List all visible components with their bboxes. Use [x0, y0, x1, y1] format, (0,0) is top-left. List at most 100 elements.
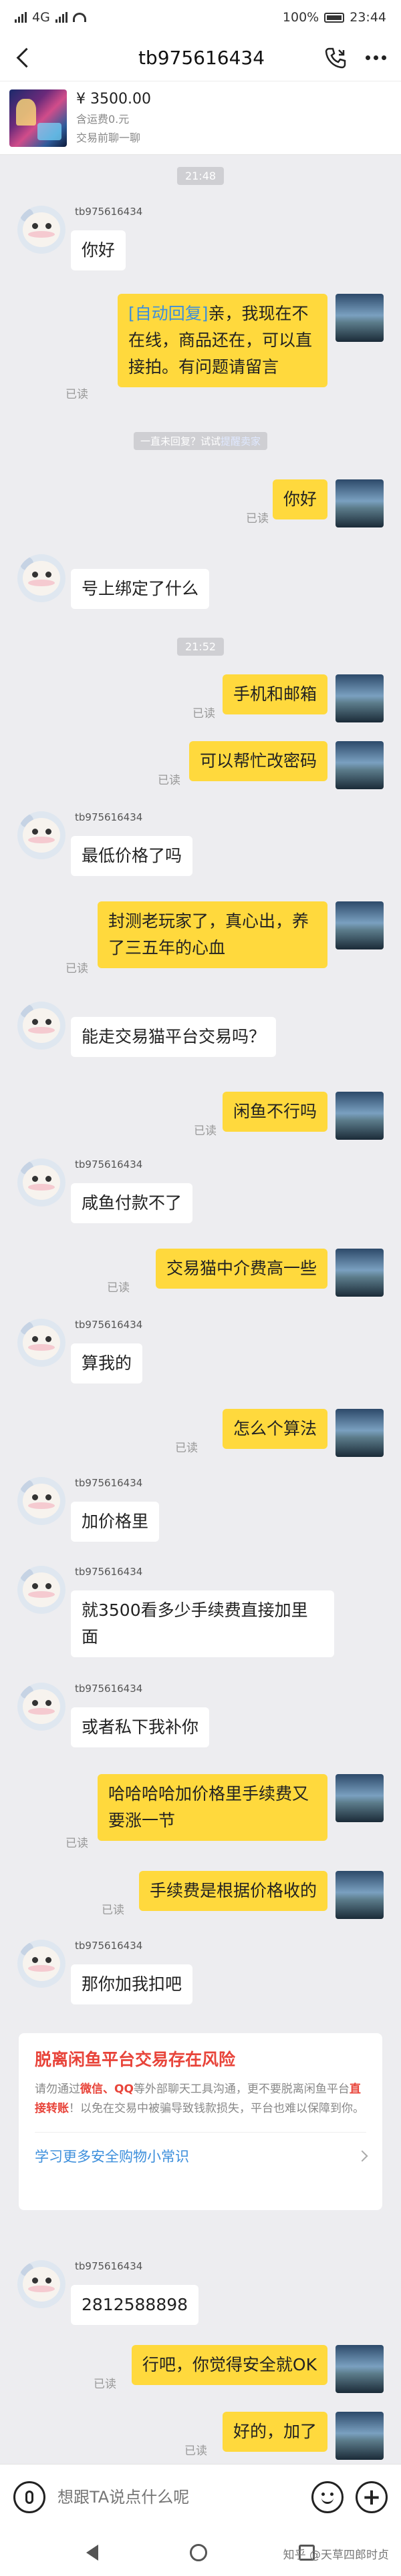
item-shipping: 含运费0.元: [76, 113, 130, 126]
message-bubble[interactable]: 就3500看多少手续费直接加里面: [71, 1590, 334, 1657]
avatar[interactable]: [336, 2412, 384, 2460]
avatar[interactable]: [17, 1477, 65, 1525]
avatar[interactable]: [336, 1871, 384, 1919]
message-bubble[interactable]: 最低价格了吗: [71, 836, 193, 876]
chevron-right-icon: [356, 2150, 368, 2162]
divider: [35, 2132, 366, 2133]
risk-body: 请勿通过微信、QQ等外部聊天工具沟通，更不要脱离闲鱼平台直接转账！以免在交易中被…: [35, 2080, 366, 2119]
chat-header: tb975616434: [0, 35, 401, 81]
item-info: ¥ 3500.00 含运费0.元 交易前聊一聊: [76, 91, 151, 145]
more-icon[interactable]: [366, 55, 386, 60]
status-left: 4G: [15, 10, 86, 25]
avatar[interactable]: [336, 2345, 384, 2393]
message-bubble[interactable]: 你好: [71, 230, 126, 270]
avatar[interactable]: [17, 206, 65, 254]
header-actions: [323, 45, 401, 71]
avatar[interactable]: [336, 674, 384, 722]
nav-back-icon[interactable]: [86, 2545, 98, 2561]
nav-home-icon[interactable]: [189, 2544, 207, 2561]
microphone-icon: [25, 2490, 33, 2504]
battery-level: 100%: [282, 10, 319, 25]
sender-name: tb975616434: [75, 1566, 143, 1578]
read-receipt: 已读: [246, 512, 269, 525]
risk-highlight-1: 微信、QQ: [80, 2083, 134, 2096]
avatar[interactable]: [17, 1940, 65, 1988]
notice-text: 一直未回复？试试: [140, 435, 221, 447]
signal-icon: [15, 12, 27, 23]
avatar[interactable]: [17, 1002, 65, 1050]
avatar[interactable]: [17, 1319, 65, 1367]
read-receipt: 已读: [65, 962, 88, 976]
read-receipt: 已读: [158, 774, 180, 787]
safety-tips-link[interactable]: 学习更多安全购物小常识: [35, 2146, 368, 2166]
voice-button[interactable]: [13, 2481, 45, 2513]
auto-reply-tag: [自动回复]: [128, 304, 209, 323]
sender-name: tb975616434: [75, 1319, 143, 1331]
sender-name: tb975616434: [75, 1683, 143, 1695]
read-receipt: 已读: [194, 1124, 217, 1138]
message-bubble[interactable]: 哈哈哈哈加价格里手续费又要涨一节: [98, 1774, 327, 1841]
message-input[interactable]: [57, 2478, 299, 2516]
avatar[interactable]: [336, 1249, 384, 1297]
read-receipt: 已读: [107, 1281, 130, 1295]
add-button[interactable]: +: [356, 2481, 388, 2513]
item-status: 交易前聊一聊: [76, 132, 141, 144]
avatar[interactable]: [17, 2260, 65, 2308]
read-receipt: 已读: [102, 1904, 124, 1917]
message-bubble[interactable]: 2812588898: [71, 2285, 199, 2325]
message-bubble[interactable]: 那你加我扣吧: [71, 1964, 193, 2004]
avatar[interactable]: [336, 1092, 384, 1140]
timestamp: 21:48: [176, 167, 225, 185]
sender-name: tb975616434: [75, 811, 143, 823]
read-receipt: 已读: [65, 1837, 88, 1850]
avatar[interactable]: [336, 741, 384, 789]
signal-icon-2: [55, 12, 68, 23]
remind-seller-link[interactable]: 提醒卖家: [221, 435, 261, 447]
message-bubble[interactable]: 手机和邮箱: [222, 674, 327, 714]
avatar[interactable]: [336, 479, 384, 527]
message-bubble[interactable]: 或者私下我补你: [71, 1707, 210, 1747]
message-bubble[interactable]: 怎么个算法: [222, 1409, 327, 1449]
risk-warning-card: 脱离闲鱼平台交易存在风险 请勿通过微信、QQ等外部聊天工具沟通，更不要脱离闲鱼平…: [19, 2033, 382, 2210]
risk-title: 脱离闲鱼平台交易存在风险: [35, 2050, 236, 2069]
avatar[interactable]: [336, 1409, 384, 1457]
message-bubble[interactable]: 你好: [272, 479, 327, 519]
phone-icon[interactable]: [323, 45, 348, 71]
message-bubble[interactable]: 号上绑定了什么: [71, 569, 210, 609]
read-receipt: 已读: [184, 2444, 207, 2458]
emoji-button[interactable]: [311, 2481, 344, 2513]
wifi-icon: [72, 13, 86, 22]
item-price: ¥ 3500.00: [76, 91, 151, 108]
read-receipt: 已读: [175, 1442, 198, 1455]
avatar[interactable]: [17, 554, 65, 602]
avatar[interactable]: [17, 811, 65, 859]
avatar[interactable]: [17, 1683, 65, 1731]
sender-name: tb975616434: [75, 206, 143, 218]
message-bubble[interactable]: 可以帮忙改密码: [188, 741, 327, 781]
message-bubble[interactable]: 闲鱼不行吗: [222, 1092, 327, 1132]
message-bubble[interactable]: 手续费是根据价格收的: [138, 1871, 327, 1911]
avatar[interactable]: [336, 294, 384, 342]
message-bubble[interactable]: 交易猫中介费高一些: [155, 1249, 327, 1289]
message-bubble[interactable]: 行吧，你觉得安全就OK: [131, 2345, 327, 2385]
message-bubble[interactable]: 加价格里: [71, 1502, 160, 1542]
back-button[interactable]: [0, 35, 47, 81]
read-receipt: 已读: [192, 707, 215, 720]
message-bubble[interactable]: 算我的: [71, 1343, 143, 1383]
avatar[interactable]: [336, 901, 384, 949]
item-bar[interactable]: ¥ 3500.00 含运费0.元 交易前聊一聊: [0, 81, 401, 155]
message-bubble[interactable]: 咸鱼付款不了: [71, 1183, 193, 1223]
network-label: 4G: [32, 10, 50, 25]
message-bubble[interactable]: [自动回复]亲，我现在不在线，商品还在，可以直接拍。有问题请留言: [118, 294, 327, 387]
read-receipt: 已读: [94, 2378, 116, 2391]
message-bubble[interactable]: 好的，加了: [222, 2412, 327, 2452]
message-bubble[interactable]: 封测老玩家了，真心出，养了三五年的心血: [98, 901, 327, 968]
avatar[interactable]: [17, 1566, 65, 1614]
avatar[interactable]: [336, 1774, 384, 1822]
avatar[interactable]: [17, 1158, 65, 1207]
sender-name: tb975616434: [75, 1158, 143, 1170]
timestamp: 21:52: [176, 638, 225, 656]
item-thumbnail[interactable]: [9, 89, 67, 147]
risk-text-3: ！以免在交易中被骗导致钱款损失，平台也难以保障到你。: [69, 2102, 364, 2115]
message-bubble[interactable]: 能走交易猫平台交易吗？: [71, 1017, 277, 1057]
